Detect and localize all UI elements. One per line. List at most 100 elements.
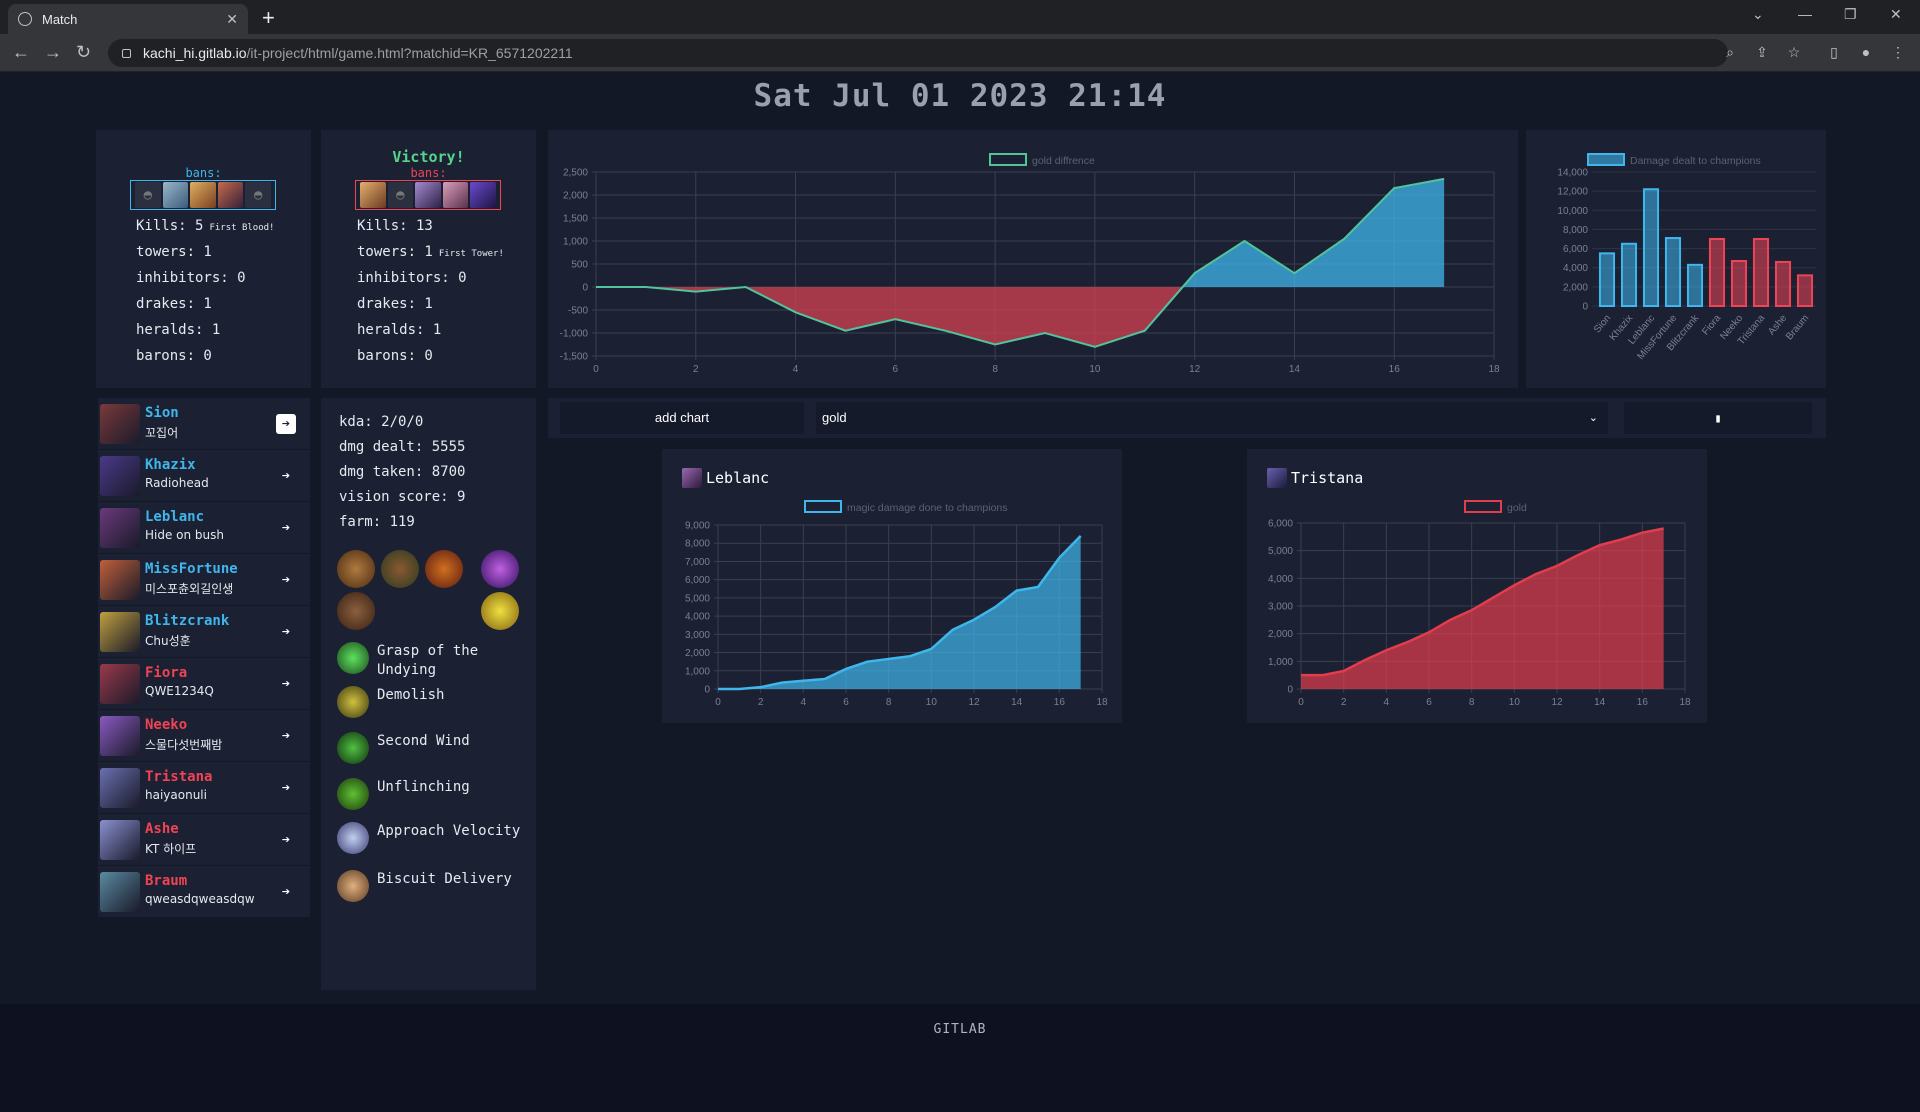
y-tick-label: 8,000	[1563, 225, 1588, 236]
side-panel-icon[interactable]: ▯	[1826, 44, 1842, 60]
player-row[interactable]: Ashe KT 하이프 ➔	[98, 814, 310, 866]
player-row[interactable]: Fiora QWE1234Q ➔	[98, 658, 310, 710]
url-host: kachi_hi.gitlab.io	[143, 45, 247, 61]
y-tick-label: 14,000	[1557, 168, 1588, 179]
chevron-down-icon[interactable]: ⌄	[1752, 6, 1764, 23]
player-name: 미스포츈외길인생	[145, 582, 234, 596]
player-row[interactable]: Blitzcrank Chu성훈 ➔	[98, 606, 310, 658]
x-tick-label: 6	[1426, 697, 1432, 708]
page-content: Sat Jul 01 2023 21:14 bans: ◓ ◓ Kills: 5…	[0, 72, 1920, 1112]
footer-link[interactable]: GITLAB	[0, 1022, 1920, 1037]
zoom-icon[interactable]: ⌕	[1722, 44, 1738, 60]
bar	[1598, 252, 1616, 307]
address-bar[interactable]: kachi_hi.gitlab.io/it-project/html/game.…	[108, 39, 1728, 67]
empty-ban-icon: ◓	[135, 182, 161, 208]
item-icon	[337, 550, 375, 588]
red-inhibitors: inhibitors: 0	[357, 270, 467, 286]
player-row[interactable]: Tristana haiyaonuli ➔	[98, 762, 310, 814]
player-name: qweasdqweasdqw	[145, 892, 255, 906]
player-row[interactable]: Braum qweasdqweasdqw ➔	[98, 866, 310, 918]
bar	[1774, 260, 1792, 308]
blue-bans-label: bans:	[185, 166, 222, 180]
player-row[interactable]: Neeko 스물다섯번째밤 ➔	[98, 710, 310, 762]
rune-label: Demolish	[377, 687, 445, 703]
bar	[1730, 260, 1748, 307]
banned-champion-icon	[442, 182, 469, 208]
x-tick-label: 10	[1089, 364, 1101, 375]
chart-controls: add chart gold ⌄ ▮	[548, 398, 1826, 438]
champion-avatar	[100, 612, 140, 652]
banned-champion-icon	[415, 182, 441, 208]
item-icon	[481, 550, 519, 588]
blue-barons: barons: 0	[136, 348, 212, 364]
arrow-right-icon[interactable]: ➔	[276, 414, 296, 434]
reload-icon[interactable]: ↻	[76, 42, 91, 63]
new-tab-button[interactable]: +	[262, 5, 275, 31]
player-row[interactable]: Leblanc Hide on bush ➔	[98, 502, 310, 554]
arrow-right-icon[interactable]: ➔	[276, 466, 296, 486]
select-value: gold	[822, 410, 847, 425]
champion-avatar	[100, 872, 140, 912]
chevron-down-icon: ⌄	[1588, 412, 1598, 424]
forward-arrow-icon[interactable]: →	[44, 42, 62, 63]
item-icon	[337, 592, 375, 630]
close-tab-icon[interactable]: ✕	[226, 11, 238, 28]
y-tick-label: 0	[1287, 685, 1293, 696]
y-tick-label: 12,000	[1557, 187, 1588, 198]
x-tick-label: 8	[1469, 697, 1475, 708]
arrow-right-icon[interactable]: ➔	[276, 882, 296, 902]
share-icon[interactable]: ⇪	[1754, 44, 1770, 60]
blue-kills-value: Kills: 5	[136, 218, 204, 234]
back-arrow-icon[interactable]: ←	[12, 42, 30, 63]
restore-button[interactable]: ❐	[1844, 6, 1857, 23]
bookmark-star-icon[interactable]: ☆	[1786, 44, 1802, 60]
y-tick-label: 5,000	[1268, 546, 1293, 557]
arrow-right-icon[interactable]: ➔	[276, 830, 296, 850]
minimize-button[interactable]: —	[1798, 6, 1812, 22]
champion-name: Braum	[145, 873, 188, 889]
y-tick-label: 10,000	[1557, 206, 1588, 217]
blue-towers: towers: 1	[136, 244, 212, 260]
banned-champion-icon	[470, 182, 496, 208]
delete-chart-button[interactable]: ▮	[1624, 402, 1812, 434]
player-row[interactable]: MissFortune 미스포츈외길인생 ➔	[98, 554, 310, 606]
chart-type-select[interactable]: gold ⌄	[816, 402, 1608, 434]
profile-icon[interactable]: ●	[1858, 44, 1874, 60]
x-tick-label: 0	[593, 364, 599, 375]
player-row[interactable]: Sion 꼬집어 ➔	[98, 398, 310, 450]
damage-bar-chart: Damage dealt to champions 14,000 12,000 10,…	[1557, 153, 1816, 362]
arrow-right-icon[interactable]: ➔	[276, 778, 296, 798]
x-tick-label: 12	[1551, 697, 1563, 708]
menu-kebab-icon[interactable]: ⋮	[1890, 44, 1906, 60]
arrow-right-icon[interactable]: ➔	[276, 674, 296, 694]
bar	[1708, 238, 1726, 307]
y-tick-label: 5,000	[685, 593, 710, 604]
vision-score-stat: vision score: 9	[339, 489, 466, 505]
x-tick-label: 8	[886, 697, 892, 708]
y-tick-label: 1,500	[563, 214, 588, 225]
rune-label: Biscuit Delivery	[377, 871, 512, 887]
tab-title: Match	[42, 11, 78, 27]
blue-bans-box: ◓ ◓	[130, 180, 276, 210]
arrow-right-icon[interactable]: ➔	[276, 570, 296, 590]
red-bans-box: ◓	[355, 180, 501, 210]
bar	[1642, 188, 1660, 308]
close-window-button[interactable]: ✕	[1890, 6, 1902, 23]
add-chart-button[interactable]: add chart	[560, 402, 804, 434]
arrow-right-icon[interactable]: ➔	[276, 518, 296, 538]
legend-label: magic damage done to champions	[847, 502, 1008, 514]
empty-ban-icon: ◓	[387, 182, 414, 208]
y-tick-label: 4,000	[1268, 574, 1293, 585]
x-tick-label: 12	[968, 697, 980, 708]
browser-toolbar: ← → ↻ kachi_hi.gitlab.io/it-project/html…	[0, 34, 1920, 72]
y-tick-label: 1,000	[1268, 657, 1293, 668]
player-row[interactable]: Khazix Radiohead ➔	[98, 450, 310, 502]
legend-label: gold diffrence	[1032, 155, 1095, 167]
rune-label: Second Wind	[377, 733, 470, 749]
arrow-right-icon[interactable]: ➔	[276, 622, 296, 642]
browser-tab[interactable]: Match ✕	[8, 4, 248, 34]
player-stats-panel: kda: 2/0/0 dmg dealt: 5555 dmg taken: 87…	[321, 398, 536, 990]
rune-icon	[337, 822, 369, 854]
player-name: KT 하이프	[145, 842, 197, 856]
arrow-right-icon[interactable]: ➔	[276, 726, 296, 746]
